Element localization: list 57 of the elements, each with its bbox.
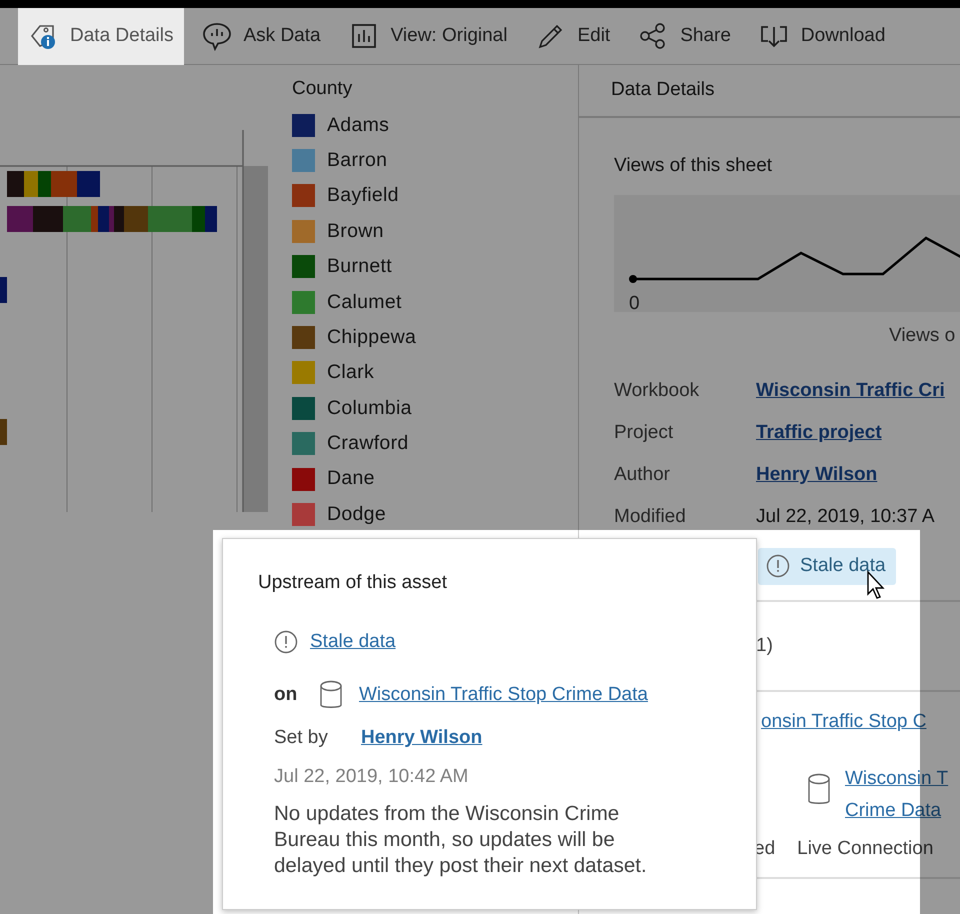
legend-label: Burnett <box>327 254 392 280</box>
field-link[interactable]: Henry Wilson <box>756 460 878 490</box>
legend-label: Calumet <box>327 290 402 315</box>
scrollbar[interactable] <box>243 166 268 512</box>
section-title: Views of this sheet <box>614 154 774 178</box>
bar-segment <box>0 277 7 303</box>
bar-segment <box>33 206 63 232</box>
warning-icon <box>766 554 790 578</box>
bar-segment <box>24 171 38 197</box>
timestamp: Jul 22, 2019, 10:42 AM <box>274 764 468 788</box>
bar-segment <box>7 206 33 232</box>
field-label: Workbook <box>614 378 700 403</box>
field-label: Author <box>614 462 671 487</box>
database-icon <box>319 680 343 710</box>
toolbar-button[interactable]: View: Original <box>338 8 518 64</box>
legend-label: Dane <box>327 466 375 492</box>
field-value: Jul 22, 2019, 10:37 A <box>756 504 935 529</box>
database-icon <box>807 772 831 806</box>
legend-label: Bayfield <box>327 183 399 208</box>
legend-label: Barron <box>327 148 388 173</box>
author-link[interactable]: Henry Wilson <box>361 724 482 752</box>
warning-link[interactable]: Stale data <box>310 628 396 656</box>
popover-title: Upstream of this asset <box>258 571 448 595</box>
legend-label: Chippewa <box>327 324 416 350</box>
set-by-label: Set by <box>274 726 329 750</box>
asset-link[interactable]: Wisconsin Traffic Stop Crime Data <box>359 680 648 710</box>
toolbar-button[interactable]: Ask Data <box>192 8 331 64</box>
legend-label: Adams <box>327 112 390 138</box>
field-link[interactable]: Traffic project <box>756 418 882 448</box>
legend-label: Columbia <box>327 396 412 421</box>
count-text: 1) <box>756 634 773 658</box>
legend-label: Dodge <box>327 502 386 527</box>
connection-text: Live Connection <box>797 836 934 860</box>
toolbar-button[interactable]: Download <box>748 8 896 64</box>
message-text: No updates from the Wisconsin Crime Bureau this month, so updates will be delayed until they post their next dataset. <box>273 801 648 879</box>
chart-caption: Views o <box>889 324 956 346</box>
toolbar-button[interactable]: Edit <box>525 8 620 64</box>
legend-label: Clark <box>327 360 374 386</box>
axis-label: 0 <box>629 292 640 316</box>
bar-segment <box>205 206 217 232</box>
legend-label: Brown <box>327 218 384 244</box>
speech-bubble-icon <box>202 21 232 51</box>
field-label: Modified <box>614 504 687 529</box>
warning-icon <box>274 630 298 654</box>
on-label: on <box>274 682 298 707</box>
bar-segment <box>0 419 7 445</box>
toolbar-button[interactable]: Share <box>628 8 741 64</box>
bar-segment <box>7 171 24 197</box>
field-link[interactable]: Wisconsin Traffic Cri <box>756 376 945 406</box>
panel-title: Data Details <box>611 78 714 102</box>
legend-title: County <box>292 77 354 101</box>
toolbar-button[interactable]: Data Details <box>18 8 184 64</box>
bar-segment <box>77 171 100 197</box>
asset-link[interactable]: onsin Traffic Stop C <box>761 711 926 732</box>
legend-label: Crawford <box>327 431 409 456</box>
field-label: Project <box>614 420 674 445</box>
warning-chip[interactable]: Stale data <box>758 548 896 584</box>
